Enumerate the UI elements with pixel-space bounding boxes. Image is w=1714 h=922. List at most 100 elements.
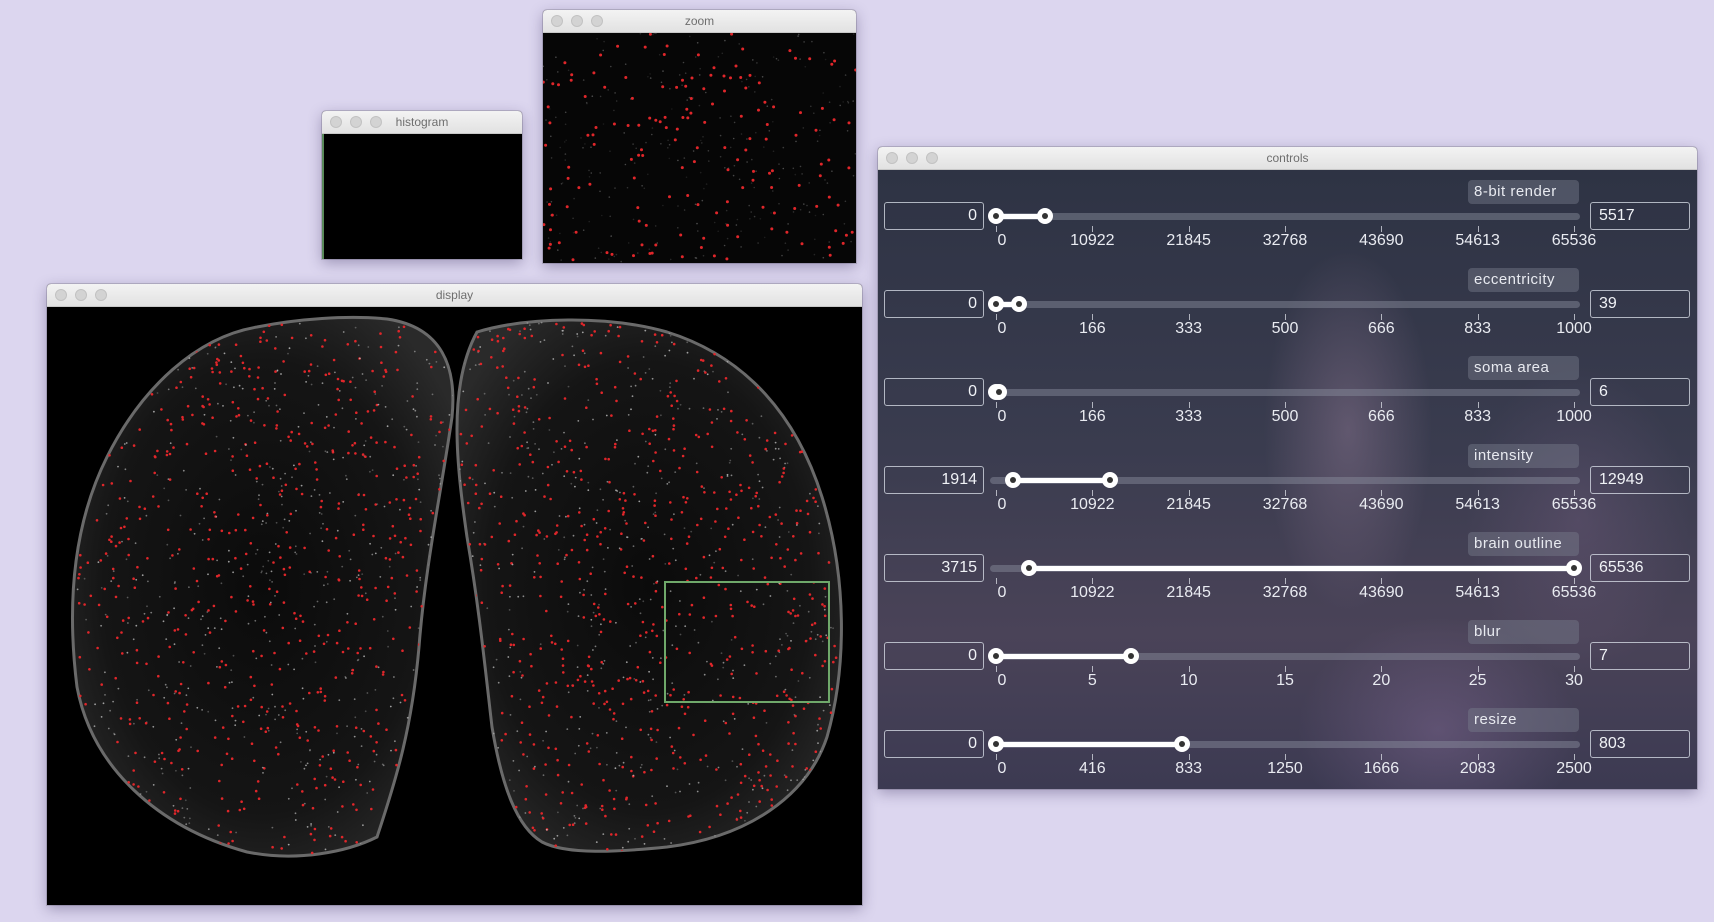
tick-label: 10 <box>1179 672 1198 689</box>
range-slider-track[interactable] <box>990 213 1580 220</box>
low-handle[interactable] <box>988 648 1004 664</box>
max-value-field[interactable]: 6 <box>1590 378 1690 406</box>
display-window: display <box>47 284 862 905</box>
control-row: 8-bit render 0 5517 0 10922 21845 32768 43690 54… <box>878 170 1697 258</box>
tick-label: 32768 <box>1262 584 1308 601</box>
range-slider-track[interactable] <box>990 301 1580 308</box>
tick-label: 65536 <box>1551 584 1597 601</box>
tick-label: 833 <box>1175 760 1203 777</box>
tick-label: 166 <box>1078 320 1106 337</box>
tick-label: 32768 <box>1262 232 1308 249</box>
control-title: soma area <box>1468 356 1579 380</box>
tick-label: 0 <box>997 320 1007 337</box>
max-value-field[interactable]: 7 <box>1590 642 1690 670</box>
min-value-field[interactable]: 0 <box>884 730 984 758</box>
control-row: intensity 1914 12949 0 10922 21845 32768 43690 5… <box>878 434 1697 522</box>
low-handle[interactable] <box>1020 560 1037 576</box>
high-handle[interactable] <box>1036 208 1053 224</box>
tick-label: 21845 <box>1166 496 1211 513</box>
zoom-icon[interactable] <box>591 15 603 27</box>
tick-label: 166 <box>1078 408 1106 425</box>
zoom-icon[interactable] <box>95 289 107 301</box>
brain-section-render <box>47 307 862 905</box>
range-slider-track[interactable] <box>990 389 1580 396</box>
range-slider-fill <box>996 654 1131 659</box>
zoom-window: zoom <box>543 10 856 263</box>
min-value-field[interactable]: 0 <box>884 202 984 230</box>
tick-label: 5 <box>1087 672 1097 689</box>
low-handle[interactable] <box>988 208 1004 224</box>
low-handle[interactable] <box>988 736 1004 752</box>
histogram-canvas <box>322 134 522 259</box>
min-value-field[interactable]: 1914 <box>884 466 984 494</box>
display-titlebar[interactable]: display <box>47 284 862 307</box>
tick-label: 54613 <box>1455 584 1500 601</box>
range-slider-fill <box>996 742 1182 747</box>
window-title: display <box>435 288 474 302</box>
tick-label: 10922 <box>1070 496 1115 513</box>
minimize-icon[interactable] <box>75 289 87 301</box>
tick-label: 666 <box>1367 408 1395 425</box>
control-title: 8-bit render <box>1468 180 1579 204</box>
control-row: brain outline 3715 65536 0 10922 21845 32768 43… <box>878 522 1697 610</box>
close-icon[interactable] <box>886 152 898 164</box>
min-value-field[interactable]: 3715 <box>884 554 984 582</box>
high-handle[interactable] <box>1102 472 1119 488</box>
max-value-field[interactable]: 5517 <box>1590 202 1690 230</box>
low-handle[interactable] <box>1004 472 1021 488</box>
tick-label: 0 <box>997 408 1007 425</box>
min-value-field[interactable]: 0 <box>884 378 984 406</box>
tick-label: 54613 <box>1455 496 1500 513</box>
minimize-icon[interactable] <box>350 116 362 128</box>
window-title: histogram <box>395 115 449 129</box>
tick-label: 0 <box>997 496 1007 513</box>
max-value-field[interactable]: 65536 <box>1590 554 1690 582</box>
controls-window: controls 8-bit render 0 5517 0 10922 21845 327… <box>878 147 1697 789</box>
zoom-icon[interactable] <box>926 152 938 164</box>
zoom-titlebar[interactable]: zoom <box>543 10 856 33</box>
range-slider-fill <box>1012 478 1111 483</box>
high-handle[interactable] <box>991 384 1008 400</box>
high-handle[interactable] <box>1010 296 1027 312</box>
tick-label: 0 <box>997 672 1007 689</box>
high-handle[interactable] <box>1173 736 1190 752</box>
close-icon[interactable] <box>330 116 342 128</box>
control-title: resize <box>1468 708 1579 732</box>
control-row: resize 0 803 0 416 833 1250 1666 2083 2500 <box>878 698 1697 786</box>
minimize-icon[interactable] <box>906 152 918 164</box>
zoom-icon[interactable] <box>370 116 382 128</box>
max-value-field[interactable]: 803 <box>1590 730 1690 758</box>
tick-label: 1000 <box>1556 320 1592 337</box>
tick-label: 1250 <box>1267 760 1303 777</box>
minimize-icon[interactable] <box>571 15 583 27</box>
window-title: controls <box>1266 151 1309 165</box>
range-slider-fill <box>1028 566 1574 571</box>
min-value-field[interactable]: 0 <box>884 290 984 318</box>
zoom-image <box>543 33 856 263</box>
tick-label: 10922 <box>1070 232 1115 249</box>
tick-label: 333 <box>1175 320 1203 337</box>
control-row: soma area 0 6 0 166 333 500 666 833 1000 <box>878 346 1697 434</box>
tick-label: 0 <box>997 584 1007 601</box>
tick-label: 43690 <box>1359 584 1404 601</box>
tick-label: 10922 <box>1070 584 1115 601</box>
histogram-window: histogram <box>322 111 522 259</box>
tick-label: 21845 <box>1166 232 1211 249</box>
min-value-field[interactable]: 0 <box>884 642 984 670</box>
tick-label: 65536 <box>1551 496 1597 513</box>
tick-label: 65536 <box>1551 232 1597 249</box>
tick-label: 416 <box>1078 760 1106 777</box>
max-value-field[interactable]: 39 <box>1590 290 1690 318</box>
high-handle[interactable] <box>1566 560 1582 576</box>
tick-label: 2083 <box>1459 760 1496 777</box>
close-icon[interactable] <box>55 289 67 301</box>
low-handle[interactable] <box>988 296 1004 312</box>
brain-section-image[interactable] <box>47 307 862 905</box>
close-icon[interactable] <box>551 15 563 27</box>
high-handle[interactable] <box>1122 648 1139 664</box>
window-title: zoom <box>684 14 715 28</box>
controls-titlebar[interactable]: controls <box>878 147 1697 170</box>
tick-label: 1000 <box>1556 408 1592 425</box>
max-value-field[interactable]: 12949 <box>1590 466 1690 494</box>
histogram-titlebar[interactable]: histogram <box>322 111 522 134</box>
